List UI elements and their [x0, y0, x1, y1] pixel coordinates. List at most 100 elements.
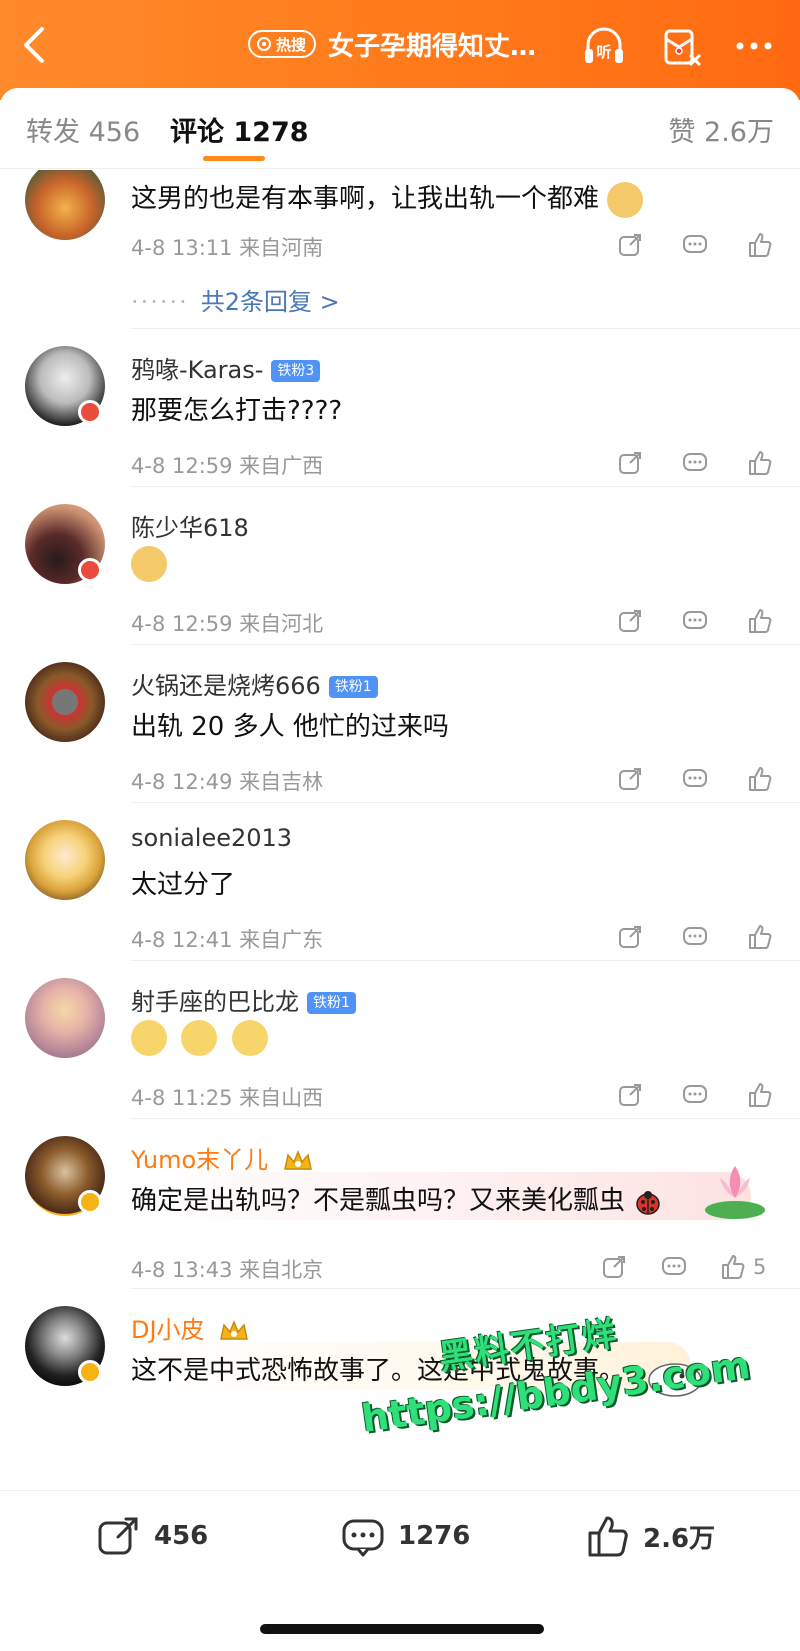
view-replies-link[interactable]: ······ 共2条回复 >: [131, 282, 340, 317]
verified-badge-icon: [78, 1360, 102, 1384]
hot-search-tag[interactable]: 热搜: [248, 30, 316, 58]
comment-button[interactable]: [680, 230, 710, 260]
more-button[interactable]: [728, 20, 780, 72]
comment-content: [131, 1020, 274, 1056]
comment-button[interactable]: [659, 1252, 689, 1282]
comment-content: 出轨 20 多人 他忙的过来吗: [131, 712, 449, 742]
comment-actions: [615, 228, 775, 262]
share-icon: [619, 1084, 641, 1106]
thumbs-up-icon: [722, 1255, 745, 1279]
share-button[interactable]: [615, 922, 645, 952]
thumbs-up-icon: [749, 767, 772, 791]
like-count: 2.6万: [643, 1523, 716, 1554]
verified-badge-icon: [78, 400, 102, 424]
comment-action[interactable]: 1276: [340, 1511, 470, 1561]
repost-icon: [98, 1517, 138, 1555]
comment-icon: [683, 1085, 707, 1103]
like-button[interactable]: [745, 1080, 775, 1110]
like-button[interactable]: [745, 606, 775, 636]
comment-list: 这男的也是有本事啊，让我出轨一个都难 4-8 13:11 来自河南 ······…: [0, 170, 800, 1480]
share-button[interactable]: [615, 606, 645, 636]
share-button[interactable]: [615, 1080, 645, 1110]
page-title: 女子孕期得知丈…: [328, 32, 537, 62]
active-tab-indicator: [203, 156, 265, 161]
headphones-icon: 听: [585, 27, 623, 63]
comment-content: [131, 546, 173, 582]
comment-button[interactable]: [680, 448, 710, 478]
comment-icon: [683, 611, 707, 629]
comment-icon: [662, 1257, 686, 1275]
repost-action[interactable]: 456: [96, 1511, 208, 1561]
share-icon: [619, 452, 641, 474]
comment-username[interactable]: Yumo末丫儿: [131, 1140, 314, 1175]
comment-text: 这男的也是有本事啊，让我出轨一个都难: [131, 184, 600, 214]
like-action[interactable]: 2.6万: [585, 1511, 715, 1561]
reply-dots: ······: [131, 288, 189, 316]
comment-meta: 4-8 12:49 来自吉林: [131, 770, 324, 794]
comment-actions: [615, 762, 775, 796]
fan-badge: 铁粉1: [328, 676, 378, 698]
tab-repost[interactable]: 转发 456: [26, 110, 140, 149]
comment-divider: [131, 328, 800, 329]
comment-button[interactable]: [680, 764, 710, 794]
comment-icon: [342, 1519, 384, 1557]
comment-icon: [683, 927, 707, 945]
like-count: 5: [753, 1255, 767, 1279]
lotus-decoration-icon: [705, 1166, 765, 1219]
back-arrow-icon: [24, 27, 44, 63]
avatar[interactable]: [25, 978, 105, 1058]
comment-username[interactable]: 火锅还是烧烤666 铁粉1: [131, 666, 378, 701]
comment-content: 确定是出轨吗？不是瓢虫吗？又来美化瓢虫: [131, 1180, 663, 1217]
avatar[interactable]: [25, 662, 105, 742]
comment-divider: [131, 1118, 800, 1119]
listen-button[interactable]: 听: [578, 20, 630, 72]
comment-meta: 4-8 12:59 来自广西: [131, 454, 324, 478]
like-button[interactable]: [745, 448, 775, 478]
comment-item: 鸦喙-Karas- 铁粉3 那要怎么打击???? 4-8 12:59 来自广西: [0, 346, 800, 496]
comment-username[interactable]: 射手座的巴比龙 铁粉1: [131, 982, 356, 1017]
tab-divider: [0, 168, 800, 169]
home-indicator: [260, 1624, 544, 1634]
thumbs-up-icon: [749, 233, 772, 257]
share-button[interactable]: [615, 230, 645, 260]
comment-meta: 4-8 13:11 来自河南: [131, 236, 324, 260]
tab-comment[interactable]: 评论 1278: [170, 110, 309, 149]
comment-content: 太过分了: [131, 870, 236, 900]
red-envelope-icon: [664, 29, 702, 67]
comment-button[interactable]: [680, 606, 710, 636]
top-header: 热搜 女子孕期得知丈… 听: [0, 0, 800, 100]
like-button[interactable]: [745, 764, 775, 794]
comment-button[interactable]: [680, 922, 710, 952]
comment-meta: 4-8 12:41 来自广东: [131, 928, 324, 952]
comment-username[interactable]: sonialee2013: [131, 824, 292, 852]
comment-divider: [131, 1288, 800, 1289]
more-dots-icon: [736, 42, 772, 50]
sad-emoji-icon: [231, 1020, 268, 1056]
comment-username[interactable]: 鸦喙-Karas- 铁粉3: [131, 350, 321, 385]
back-button[interactable]: [18, 22, 52, 68]
tab-like[interactable]: 赞 2.6万: [668, 110, 774, 149]
share-icon: [603, 1256, 625, 1278]
avatar[interactable]: [25, 820, 105, 900]
doge-emoji-icon: [607, 181, 644, 218]
share-button[interactable]: [615, 764, 645, 794]
comment-actions: [615, 1078, 775, 1112]
like-button[interactable]: [745, 922, 775, 952]
comment-divider: [131, 644, 800, 645]
comment-meta: 4-8 12:59 来自河北: [131, 612, 324, 636]
red-envelope-button[interactable]: [655, 20, 707, 72]
fan-badge: 铁粉3: [271, 360, 321, 382]
comment-text: 确定是出轨吗？不是瓢虫吗？又来美化瓢虫: [131, 1186, 626, 1216]
share-button[interactable]: [599, 1252, 629, 1282]
comment-username[interactable]: DJ小皮: [131, 1310, 250, 1345]
share-button[interactable]: [615, 448, 645, 478]
comment-username[interactable]: 陈少华618: [131, 508, 249, 543]
like-button[interactable]: 5: [719, 1252, 775, 1282]
comment-button[interactable]: [680, 1080, 710, 1110]
thumbs-up-icon: [749, 1083, 772, 1107]
comment-count: 1276: [398, 1521, 471, 1551]
avatar[interactable]: [25, 170, 105, 240]
like-button[interactable]: [745, 230, 775, 260]
comment-actions: [615, 446, 775, 480]
repost-count: 456: [154, 1521, 209, 1551]
